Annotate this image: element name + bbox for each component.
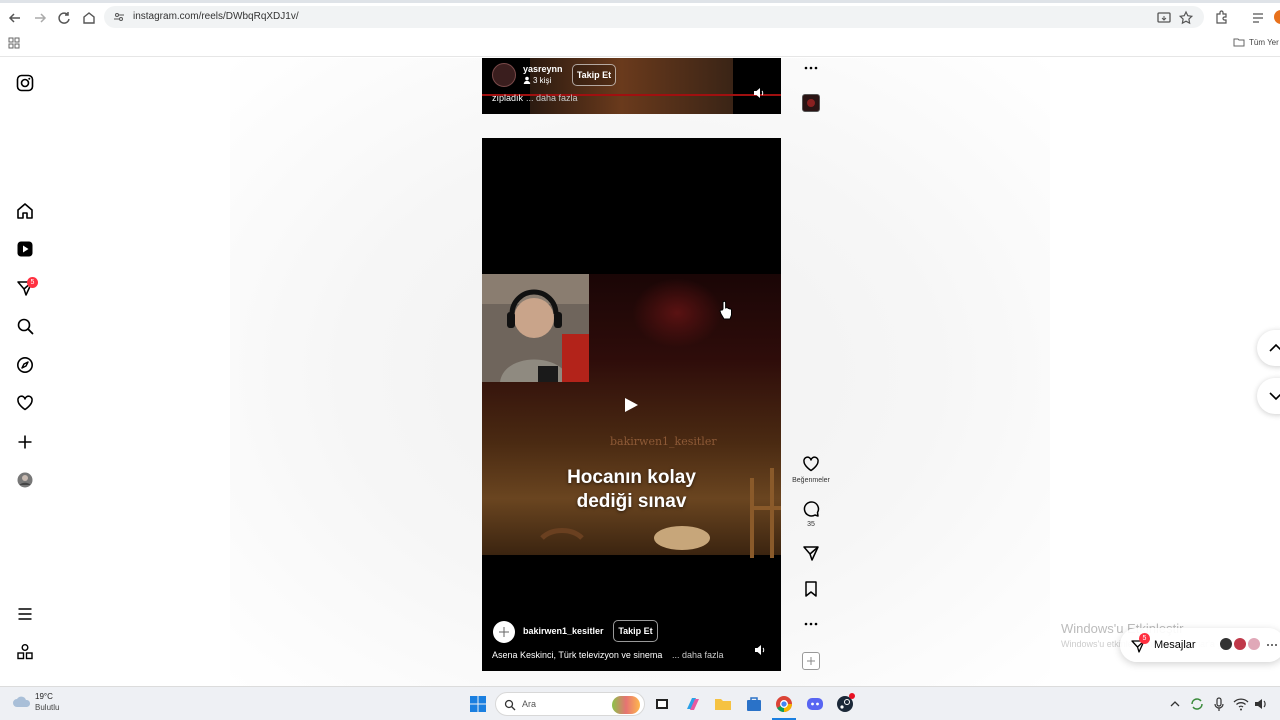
reel-more-link[interactable]: ... daha fazla bbox=[526, 93, 578, 103]
weather-cloud-icon[interactable] bbox=[12, 694, 32, 710]
sync-icon[interactable] bbox=[1188, 695, 1206, 713]
chrome-icon[interactable] bbox=[775, 695, 793, 713]
browser-chrome: instagram.com/reels/DWbqRqXDJ1v/ Tüm Yer bbox=[0, 0, 1280, 57]
messages-label: Mesajlar bbox=[1154, 639, 1196, 651]
profile-avatar-icon[interactable] bbox=[15, 470, 35, 490]
reel-more-link[interactable]: ... daha fazla bbox=[672, 650, 724, 660]
copilot-icon[interactable] bbox=[684, 695, 702, 713]
comment-count: 35 bbox=[807, 521, 815, 528]
extensions-icon[interactable] bbox=[1212, 9, 1230, 27]
reel-author-avatar[interactable] bbox=[492, 63, 516, 87]
store-icon[interactable] bbox=[745, 695, 763, 713]
scroll-up-button[interactable] bbox=[1257, 330, 1280, 366]
like-heart-icon[interactable] bbox=[801, 454, 821, 474]
person-icon bbox=[523, 76, 531, 84]
video-watermark: bakirwen1_kesitler bbox=[610, 435, 717, 448]
install-app-icon[interactable] bbox=[1155, 9, 1173, 27]
more-options-icon[interactable] bbox=[801, 58, 821, 78]
video-red-glow bbox=[632, 278, 722, 348]
reel-caption: Asena Keskinci, Türk televizyon ve sinem… bbox=[492, 650, 663, 660]
taskbar-search-box[interactable]: Ara bbox=[495, 692, 645, 716]
bookmark-star-icon[interactable] bbox=[1177, 9, 1195, 27]
show-hidden-icons[interactable] bbox=[1166, 695, 1184, 713]
create-plus-icon[interactable] bbox=[15, 432, 35, 452]
share-icon[interactable] bbox=[801, 543, 821, 563]
explore-nav-icon[interactable] bbox=[15, 355, 35, 375]
play-icon[interactable] bbox=[622, 396, 640, 414]
apps-grid-icon[interactable] bbox=[8, 37, 20, 49]
search-highlight-icon bbox=[612, 696, 640, 714]
reel-audio-thumbnail[interactable] bbox=[802, 94, 820, 112]
reels-nav-icon[interactable] bbox=[15, 239, 35, 259]
reel-audio-thumbnail[interactable] bbox=[802, 652, 820, 670]
save-bookmark-icon[interactable] bbox=[801, 579, 821, 599]
windows-start-icon[interactable] bbox=[469, 695, 487, 713]
notifications-heart-icon[interactable] bbox=[15, 393, 35, 413]
more-dots-icon bbox=[1266, 639, 1278, 651]
search-nav-icon[interactable] bbox=[15, 316, 35, 336]
task-view-icon[interactable] bbox=[653, 695, 671, 713]
overlay-line-1: Hocanın kolay bbox=[567, 467, 696, 488]
hand-cursor-icon bbox=[718, 300, 734, 320]
weather-temperature[interactable]: 19°C bbox=[35, 692, 53, 701]
messages-badge: 5 bbox=[1139, 633, 1150, 644]
reel-caption: zıpladık bbox=[492, 93, 524, 103]
video-overlay-text: Hocanın kolay dediği sınav bbox=[482, 466, 781, 514]
home-icon[interactable] bbox=[80, 9, 98, 27]
reading-list-icon[interactable] bbox=[1249, 9, 1267, 27]
reel-username[interactable]: bakirwen1_kesitler bbox=[523, 626, 604, 636]
reel-card-current[interactable]: bakirwen1_kesitler Hocanın kolay dediği … bbox=[482, 138, 781, 671]
volume-icon[interactable] bbox=[1252, 695, 1270, 713]
all-bookmarks-label[interactable]: Tüm Yer bbox=[1249, 38, 1279, 47]
more-options-icon[interactable] bbox=[801, 614, 821, 634]
sound-icon[interactable] bbox=[753, 643, 767, 657]
reel-username[interactable]: yasreynn bbox=[523, 64, 563, 74]
steam-notification-dot bbox=[849, 693, 855, 699]
folder-icon[interactable] bbox=[1233, 37, 1245, 47]
reel-card-previous[interactable]: yasreynn 3 kişi Takip Et zıpladık ... da… bbox=[482, 58, 781, 114]
profile-avatar[interactable] bbox=[1274, 10, 1280, 24]
weather-condition[interactable]: Bulutlu bbox=[35, 703, 59, 712]
likes-label[interactable]: Beğenmeler bbox=[787, 477, 835, 484]
overlay-line-2: dediği sınav bbox=[576, 491, 687, 512]
meta-apps-icon[interactable] bbox=[15, 642, 35, 662]
follow-button[interactable]: Takip Et bbox=[572, 64, 616, 86]
forward-icon[interactable] bbox=[31, 9, 49, 27]
reel-audience-count: 3 kişi bbox=[533, 76, 552, 85]
windows-taskbar: 19°C Bulutlu Ara bbox=[0, 686, 1280, 720]
search-icon bbox=[504, 699, 516, 711]
menu-hamburger-icon[interactable] bbox=[15, 604, 35, 624]
file-explorer-icon[interactable] bbox=[714, 695, 732, 713]
instagram-logo-icon[interactable] bbox=[15, 73, 35, 93]
notification-badge: 5 bbox=[27, 277, 38, 288]
scroll-down-button[interactable] bbox=[1257, 378, 1280, 414]
instagram-page: 5 yasreynn 3 kişi Takip Et zıpladık ... … bbox=[0, 58, 1280, 686]
discord-icon[interactable] bbox=[806, 695, 824, 713]
follow-button[interactable]: Takip Et bbox=[613, 620, 658, 642]
messages-popup-button[interactable]: 5 Mesajlar bbox=[1120, 628, 1280, 662]
message-avatar bbox=[1246, 636, 1262, 652]
url-text[interactable]: instagram.com/reels/DWbqRqXDJ1v/ bbox=[133, 11, 299, 22]
wifi-icon[interactable] bbox=[1232, 695, 1250, 713]
back-icon[interactable] bbox=[6, 9, 24, 27]
streamer-webcam-overlay bbox=[482, 274, 589, 382]
reload-icon[interactable] bbox=[55, 9, 73, 27]
reel-author-avatar[interactable] bbox=[493, 621, 515, 643]
microphone-icon[interactable] bbox=[1210, 695, 1228, 713]
comment-icon[interactable] bbox=[801, 499, 821, 519]
site-info-icon[interactable] bbox=[113, 11, 125, 23]
search-placeholder: Ara bbox=[522, 699, 537, 709]
tab-strip-edge bbox=[0, 0, 1280, 3]
home-nav-icon[interactable] bbox=[15, 201, 35, 221]
address-bar[interactable]: instagram.com/reels/DWbqRqXDJ1v/ bbox=[104, 6, 1204, 28]
sound-icon[interactable] bbox=[752, 86, 766, 100]
